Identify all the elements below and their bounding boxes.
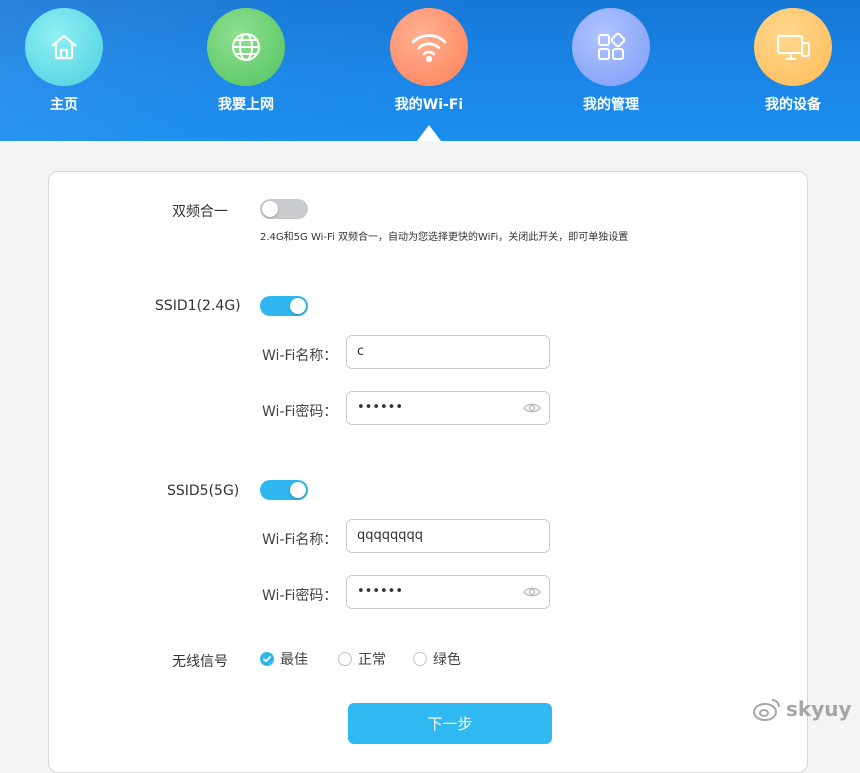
ssid5-toggle[interactable]: [260, 480, 308, 500]
ssid5-name-input[interactable]: qqqqqqqq: [346, 519, 550, 553]
radio-unchecked-icon: [338, 652, 352, 666]
devices-icon-circle: [754, 8, 832, 86]
toggle-knob: [262, 201, 278, 217]
eye-icon[interactable]: [523, 585, 541, 599]
nav-item-wifi[interactable]: 我的Wi-Fi: [374, 8, 484, 114]
ssid5-name-label: Wi-Fi名称：: [262, 532, 338, 548]
signal-label: 无线信号: [172, 654, 228, 670]
wifi-settings-panel: [48, 171, 808, 773]
ssid24-password-label: Wi-Fi密码：: [262, 404, 338, 420]
wifi-icon: [411, 34, 447, 63]
nav-item-home[interactable]: 主页: [9, 8, 119, 114]
apps-icon: [598, 32, 626, 60]
signal-option-best[interactable]: 最佳: [260, 649, 308, 669]
ssid24-toggle[interactable]: [260, 296, 308, 316]
weibo-icon: [753, 699, 780, 721]
nav-label-wifi: 我的Wi-Fi: [394, 97, 464, 113]
ssid5-label: SSID5(5G): [167, 483, 240, 499]
toggle-knob: [290, 298, 306, 314]
dual-band-toggle[interactable]: [260, 199, 308, 219]
signal-option-normal[interactable]: 正常: [338, 649, 386, 669]
signal-option-green[interactable]: 绿色: [413, 649, 461, 669]
ssid24-name-input[interactable]: c: [346, 335, 550, 369]
globe-icon: [232, 33, 260, 61]
dual-band-label: 双频合一: [172, 204, 228, 220]
ssid5-password-input[interactable]: ••••••: [346, 575, 550, 609]
ssid24-password-input[interactable]: ••••••: [346, 391, 550, 425]
ssid5-password-label: Wi-Fi密码：: [262, 588, 338, 604]
ssid24-label: SSID1(2.4G): [155, 298, 241, 314]
nav-item-internet[interactable]: 我要上网: [191, 8, 301, 114]
management-icon-circle: [572, 8, 650, 86]
next-step-button[interactable]: 下一步: [348, 703, 552, 744]
signal-option-label: 正常: [358, 652, 386, 668]
ssid5-password-value: ••••••: [357, 584, 404, 599]
radio-checked-icon: [260, 652, 274, 666]
signal-option-label: 最佳: [280, 652, 308, 668]
nav-label-management: 我的管理: [583, 97, 639, 113]
nav-item-management[interactable]: 我的管理: [556, 8, 666, 114]
ssid24-name-label: Wi-Fi名称：: [262, 348, 338, 364]
watermark: skyuy: [752, 696, 852, 722]
dual-band-hint: 2.4G和5G Wi-Fi 双频合一，自动为您选择更快的WiFi，关闭此开关，即…: [260, 232, 629, 243]
home-icon-circle: [25, 8, 103, 86]
eye-icon[interactable]: [523, 401, 541, 415]
signal-option-label: 绿色: [433, 652, 461, 668]
radio-unchecked-icon: [413, 652, 427, 666]
nav-item-devices[interactable]: 我的设备: [738, 8, 848, 114]
nav-label-devices: 我的设备: [765, 97, 821, 113]
devices-icon: [777, 35, 810, 60]
active-tab-pointer: [417, 125, 441, 141]
nav-label-home: 主页: [50, 97, 78, 113]
ssid24-password-value: ••••••: [357, 400, 404, 415]
wifi-icon-circle: [390, 8, 468, 86]
nav-label-internet: 我要上网: [218, 97, 274, 113]
home-icon: [51, 34, 77, 60]
top-navigation-bar: 主页 我要上网 我的Wi-Fi 我的管理 我的设备: [0, 0, 860, 141]
toggle-knob: [290, 482, 306, 498]
watermark-text: skyuy: [786, 697, 852, 721]
internet-icon-circle: [207, 8, 285, 86]
